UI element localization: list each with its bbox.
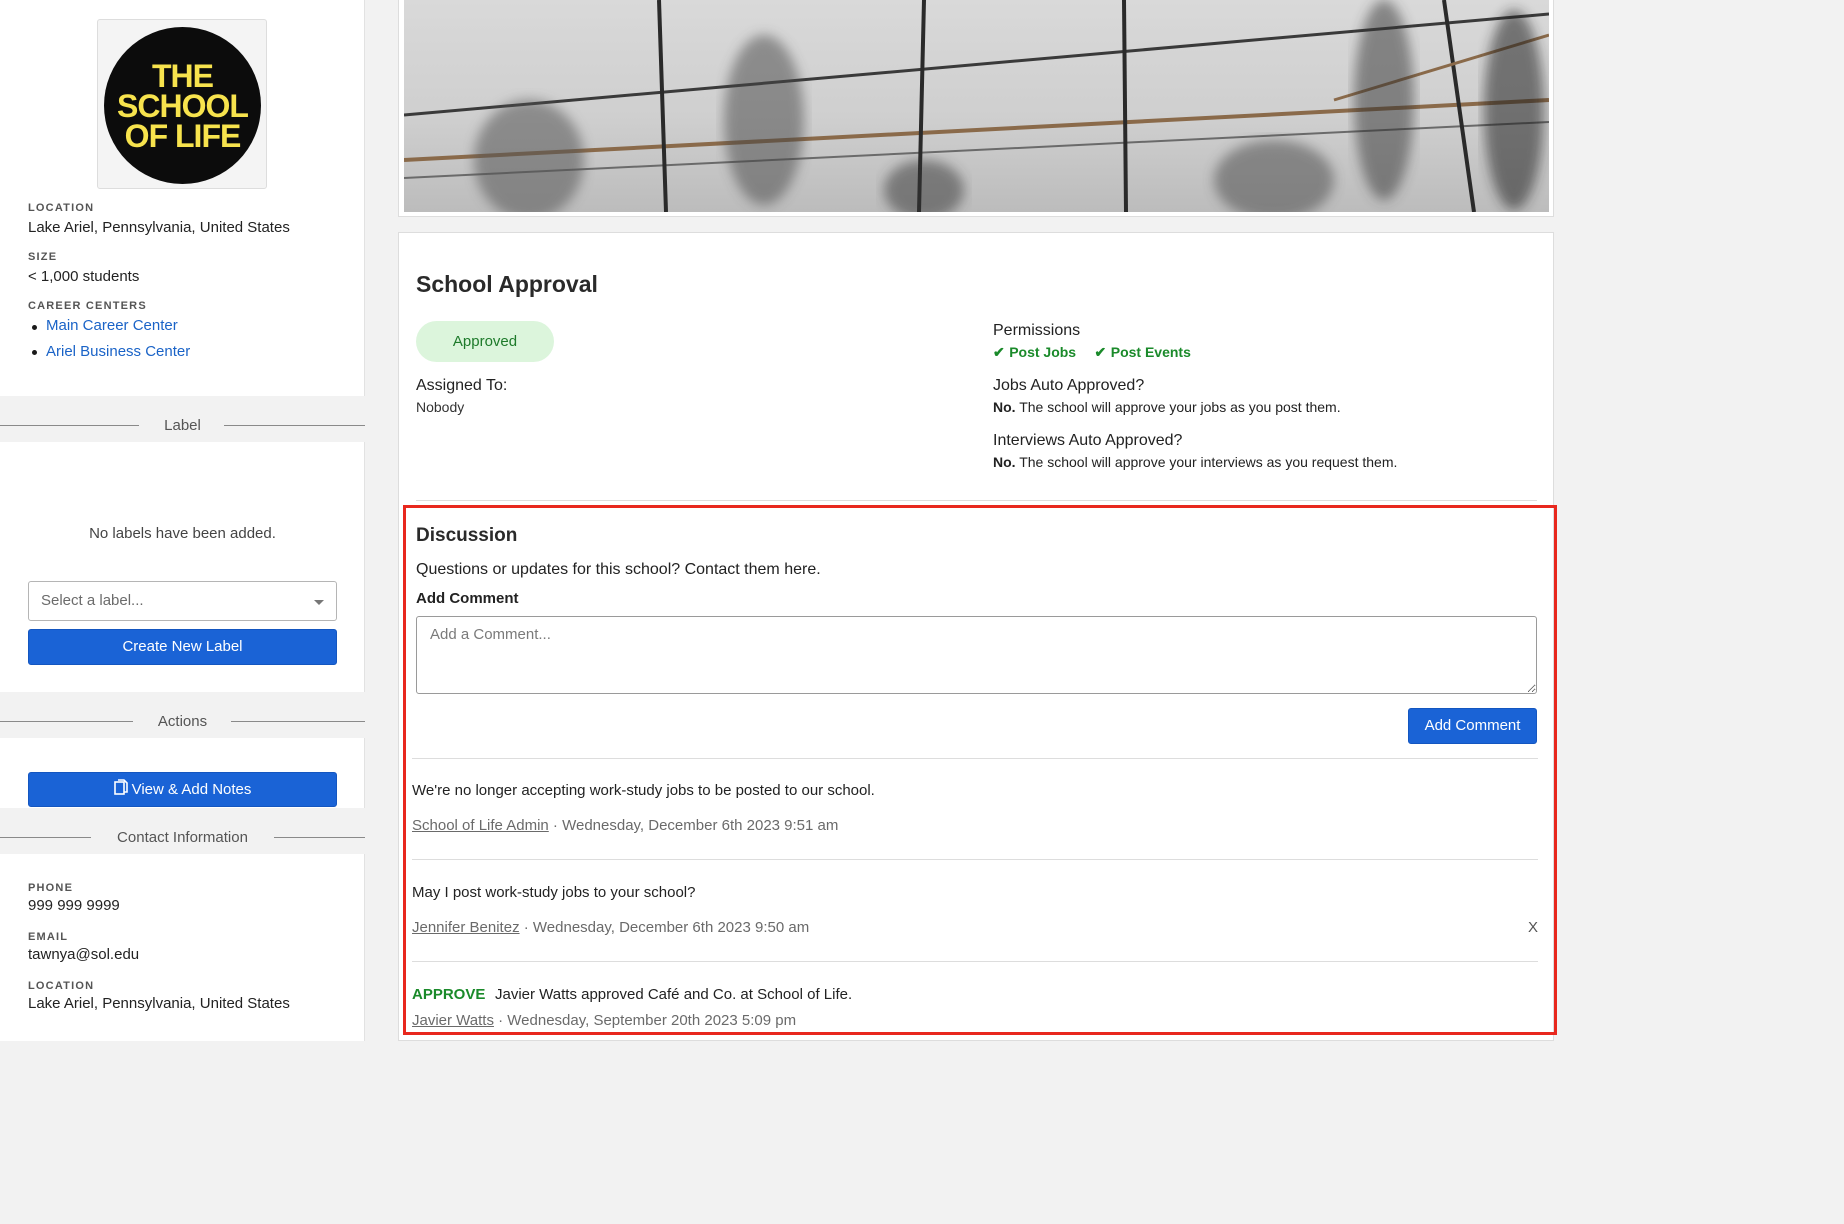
comment-date: · Wednesday, December 6th 2023 9:50 am bbox=[519, 919, 810, 936]
location-value: Lake Ariel, Pennsylvania, United States bbox=[28, 219, 290, 236]
comment-date: · Wednesday, September 20th 2023 5:09 pm bbox=[493, 1012, 797, 1029]
approve-tag: APPROVE bbox=[412, 986, 486, 1003]
comment-text: We're no longer accepting work-study job… bbox=[412, 782, 875, 799]
jobs-auto-answer: No. bbox=[993, 399, 1016, 415]
logo-line-2: SCHOOL bbox=[117, 87, 249, 124]
check-icon: ✔ bbox=[993, 344, 1005, 360]
delete-comment-button[interactable]: X bbox=[1528, 919, 1538, 936]
interviews-auto-answer: No. bbox=[993, 454, 1016, 470]
logo-circle: THE SCHOOL OF LIFE bbox=[104, 27, 261, 184]
divider-line bbox=[274, 837, 365, 838]
school-logo: THE SCHOOL OF LIFE bbox=[97, 19, 267, 189]
check-icon: ✔ bbox=[1094, 344, 1107, 360]
interviews-auto-description: The school will approve your interviews … bbox=[1019, 454, 1398, 470]
permissions-label: Permissions bbox=[993, 322, 1081, 339]
comment-meta: Javier Watts · Wednesday, September 20th… bbox=[412, 1012, 796, 1029]
jobs-auto-approved-label: Jobs Auto Approved? bbox=[993, 377, 1145, 394]
interviews-auto-approved-text: No. The school will approve your intervi… bbox=[993, 454, 1397, 470]
assigned-to-label: Assigned To: bbox=[416, 377, 508, 394]
discussion-subtitle: Questions or updates for this school? Co… bbox=[416, 561, 821, 578]
comment-text: May I post work-study jobs to your schoo… bbox=[412, 884, 696, 901]
notes-icon bbox=[113, 774, 128, 807]
jobs-auto-description: The school will approve your jobs as you… bbox=[1019, 399, 1341, 415]
comment-author-link[interactable]: Javier Watts bbox=[412, 1012, 494, 1029]
size-value: < 1,000 students bbox=[28, 268, 140, 285]
phone-value: 999 999 9999 bbox=[28, 897, 120, 914]
label-section-header: Label bbox=[0, 396, 365, 442]
comment-textarea[interactable] bbox=[416, 616, 1537, 694]
add-comment-button[interactable]: Add Comment bbox=[1408, 708, 1537, 744]
chevron-down-icon bbox=[314, 600, 324, 605]
comment-date: · Wednesday, December 6th 2023 9:51 am bbox=[548, 817, 839, 834]
comment-text: Javier Watts approved Café and Co. at Sc… bbox=[495, 986, 853, 1003]
size-label: SIZE bbox=[28, 251, 58, 263]
label-select[interactable]: Select a label... bbox=[28, 581, 337, 621]
actions-section-header: Actions bbox=[0, 692, 365, 738]
school-sidebar: THE SCHOOL OF LIFE LOCATION Lake Ariel, … bbox=[0, 0, 365, 1041]
page-title: School Approval bbox=[416, 271, 598, 297]
bullet bbox=[32, 350, 37, 355]
email-value: tawnya@sol.edu bbox=[28, 946, 140, 963]
jobs-auto-approved-text: No. The school will approve your jobs as… bbox=[993, 399, 1341, 415]
contact-location-value: Lake Ariel, Pennsylvania, United States bbox=[28, 995, 290, 1012]
label-select-placeholder: Select a label... bbox=[41, 592, 144, 609]
logo-line-3: OF LIFE bbox=[124, 117, 242, 154]
permissions-list: ✔ Post Jobs ✔ Post Events bbox=[993, 344, 1191, 362]
comment-author-link[interactable]: School of Life Admin bbox=[412, 817, 549, 834]
no-labels-text: No labels have been added. bbox=[89, 525, 276, 542]
create-new-label-button[interactable]: Create New Label bbox=[28, 629, 337, 665]
comment-divider bbox=[412, 758, 1538, 759]
view-add-notes-button[interactable]: View & Add Notes bbox=[28, 772, 337, 807]
comment-divider bbox=[412, 961, 1538, 962]
comment-divider bbox=[412, 859, 1538, 860]
career-centers-label: CAREER CENTERS bbox=[28, 300, 147, 312]
location-label: LOCATION bbox=[28, 202, 95, 214]
career-center-link-main[interactable]: Main Career Center bbox=[46, 317, 178, 334]
career-center-link-ariel[interactable]: Ariel Business Center bbox=[46, 343, 190, 360]
email-label: EMAIL bbox=[28, 931, 69, 943]
divider-line bbox=[224, 425, 365, 426]
add-comment-label: Add Comment bbox=[416, 590, 519, 607]
comment-meta: School of Life Admin · Wednesday, Decemb… bbox=[412, 817, 838, 834]
comment-meta: Jennifer Benitez · Wednesday, December 6… bbox=[412, 919, 809, 936]
bullet bbox=[32, 325, 37, 330]
hero-banner bbox=[398, 0, 1554, 217]
permission-post-events: Post Events bbox=[1110, 344, 1191, 360]
section-divider bbox=[416, 500, 1537, 501]
discussion-title: Discussion bbox=[416, 525, 518, 546]
comment-author-link[interactable]: Jennifer Benitez bbox=[412, 919, 520, 936]
interviews-auto-approved-label: Interviews Auto Approved? bbox=[993, 432, 1183, 449]
assigned-to-value: Nobody bbox=[416, 399, 465, 415]
status-badge: Approved bbox=[416, 321, 554, 362]
phone-label: PHONE bbox=[28, 882, 74, 894]
hero-image bbox=[404, 0, 1549, 212]
divider-line bbox=[231, 721, 365, 722]
logo-line-1: THE bbox=[152, 57, 214, 94]
contact-location-label: LOCATION bbox=[28, 980, 95, 992]
permission-post-jobs: Post Jobs bbox=[1009, 344, 1077, 360]
contact-section-header: Contact Information bbox=[0, 808, 365, 854]
view-add-notes-label: View & Add Notes bbox=[131, 781, 252, 798]
